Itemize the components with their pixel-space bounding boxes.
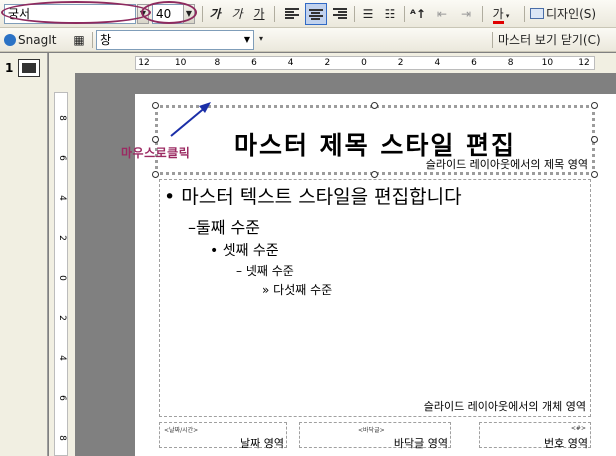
title-placeholder[interactable]: 마스터 제목 스타일 편집 슬라이드 레이아웃에서의 제목 영역 [155, 105, 595, 175]
toolbar-separator [92, 32, 93, 48]
ruler-tick-label: 8 [57, 115, 67, 121]
bullets-icon[interactable]: ☷ [380, 3, 400, 25]
underline-button[interactable]: 가 [250, 3, 268, 25]
ruler-tick-label: 2 [57, 315, 67, 321]
date-placeholder[interactable]: <날짜/시간> 날짜 영역 [159, 422, 287, 450]
date-field-code: <날짜/시간> [164, 427, 199, 434]
window-combo-value: 창 [100, 33, 112, 47]
snagit-settings-icon[interactable]: ▦ [70, 29, 88, 51]
toolbar-separator [202, 6, 203, 22]
resize-handle[interactable] [152, 102, 159, 109]
footer-field-code: <바닥글> [358, 427, 385, 434]
number-placeholder[interactable]: <#> 번호 영역 [479, 422, 591, 450]
ruler-tick-label: 6 [471, 58, 477, 68]
font-name-combo[interactable]: 궁서 [4, 4, 136, 24]
resize-handle[interactable] [152, 136, 159, 143]
toolbar-separator [482, 6, 483, 22]
font-color-icon: 가 [492, 7, 504, 24]
align-center-icon[interactable] [305, 3, 327, 25]
date-area-label: 날짜 영역 [240, 437, 284, 450]
resize-handle[interactable] [591, 136, 598, 143]
ruler-tick-label: 8 [57, 435, 67, 441]
secondary-toolbar: SnagIt ▦ 창 ▼ ▾ 마스터 보기 닫기(C) [0, 28, 616, 52]
align-right-icon[interactable] [330, 3, 350, 25]
ruler-tick-label: 12 [578, 58, 590, 68]
level-5-text: » 다섯째 수준 [262, 283, 333, 297]
decrease-indent-icon[interactable]: ⇤ [432, 3, 452, 25]
font-name-value: 궁서 [8, 7, 31, 21]
resize-handle[interactable] [371, 171, 378, 178]
ruler-tick-label: 2 [57, 235, 67, 241]
vertical-ruler[interactable]: 8 6 4 2 0 2 4 6 8 [54, 92, 68, 456]
snagit-button[interactable]: SnagIt [4, 29, 68, 51]
font-grow-icon[interactable]: ᴬ↑ [408, 3, 428, 25]
snagit-label: SnagIt [18, 33, 57, 47]
window-combo[interactable]: 창 ▼ [96, 30, 254, 50]
level-4-text: – 넷째 수준 [236, 264, 294, 278]
ruler-tick-label: 4 [57, 195, 67, 201]
ruler-tick-label: 4 [434, 58, 441, 68]
ruler-tick-label: 2 [397, 58, 404, 68]
resize-handle[interactable] [152, 171, 159, 178]
formatting-toolbar: 궁서 ▼ 40 ▼ 가 가 가 ☰ ☷ ᴬ↑ ⇤ ⇥ 가 ▾ 디자인(S) [0, 0, 616, 28]
toolbar-separator [274, 6, 275, 22]
slide-master[interactable]: 마스터 제목 스타일 편집 슬라이드 레이아웃에서의 제목 영역 • 마스터 텍… [135, 94, 616, 456]
design-button[interactable]: 디자인(S) [530, 3, 614, 25]
ruler-tick-label: 6 [57, 155, 67, 161]
number-field-code: <#> [570, 425, 586, 432]
design-icon [530, 8, 544, 19]
level-1-text: • 마스터 텍스트 스타일을 편집합니다 [164, 186, 462, 208]
ruler-tick-label: 8 [214, 58, 221, 68]
toolbar-separator [354, 6, 355, 22]
body-placeholder[interactable]: • 마스터 텍스트 스타일을 편집합니다 –둘째 수준 • 셋째 수준 – 넷째… [159, 179, 591, 417]
horizontal-ruler[interactable]: 12 10 8 6 4 2 0 2 4 6 8 10 12 [135, 56, 595, 70]
font-size-dropdown-arrow[interactable]: ▼ [183, 4, 195, 24]
font-size-value: 40 [156, 7, 172, 21]
ruler-tick-label: 2 [324, 58, 331, 68]
numbering-icon[interactable]: ☰ [358, 3, 378, 25]
font-name-dropdown-arrow[interactable]: ▼ [137, 4, 149, 24]
italic-button[interactable]: 가 [228, 3, 246, 25]
body-area-label: 슬라이드 레이아웃에서의 개체 영역 [423, 400, 586, 413]
align-left-icon[interactable] [282, 3, 302, 25]
snagit-icon [4, 34, 16, 46]
slide-thumbnail-icon[interactable] [18, 59, 40, 77]
ruler-tick-label: 12 [138, 58, 150, 68]
level-3-text: • 셋째 수준 [210, 243, 279, 259]
thumbnail-number: 1 [5, 61, 14, 75]
ruler-tick-label: 0 [57, 275, 67, 281]
annotation-arrow-icon [170, 102, 211, 137]
resize-handle[interactable] [591, 102, 598, 109]
ruler-tick-label: 4 [57, 355, 67, 361]
toolbar-separator [404, 6, 405, 22]
increase-indent-icon[interactable]: ⇥ [456, 3, 476, 25]
footer-placeholder[interactable]: <바닥글> 바닥글 영역 [299, 422, 451, 450]
design-label: 디자인(S) [546, 7, 597, 21]
thumbnail-pane: 1 [0, 53, 48, 456]
toolbar-separator [524, 6, 525, 22]
ruler-tick-label: 6 [251, 58, 257, 68]
footer-area-label: 바닥글 영역 [393, 437, 448, 450]
annotation-text: 마우스로클릭 [121, 146, 191, 160]
title-area-label: 슬라이드 레이아웃에서의 제목 영역 [425, 158, 588, 171]
ruler-tick-label: 8 [507, 58, 514, 68]
bold-button[interactable]: 가 [206, 3, 224, 25]
resize-handle[interactable] [591, 171, 598, 178]
chevron-down-icon: ▼ [243, 35, 250, 44]
ruler-tick-label: 6 [57, 395, 67, 401]
ruler-tick-label: 10 [541, 58, 554, 68]
close-master-view-button[interactable]: 마스터 보기 닫기(C) [498, 29, 614, 51]
toolbar-separator [492, 32, 493, 48]
ruler-tick-label: 10 [174, 58, 187, 68]
resize-handle[interactable] [371, 102, 378, 109]
number-area-label: 번호 영역 [544, 437, 588, 450]
ruler-tick-label: 4 [287, 58, 294, 68]
level-2-text: –둘째 수준 [188, 218, 260, 237]
font-color-button[interactable]: 가 ▾ [488, 3, 514, 25]
ruler-tick-label: 0 [361, 58, 367, 68]
